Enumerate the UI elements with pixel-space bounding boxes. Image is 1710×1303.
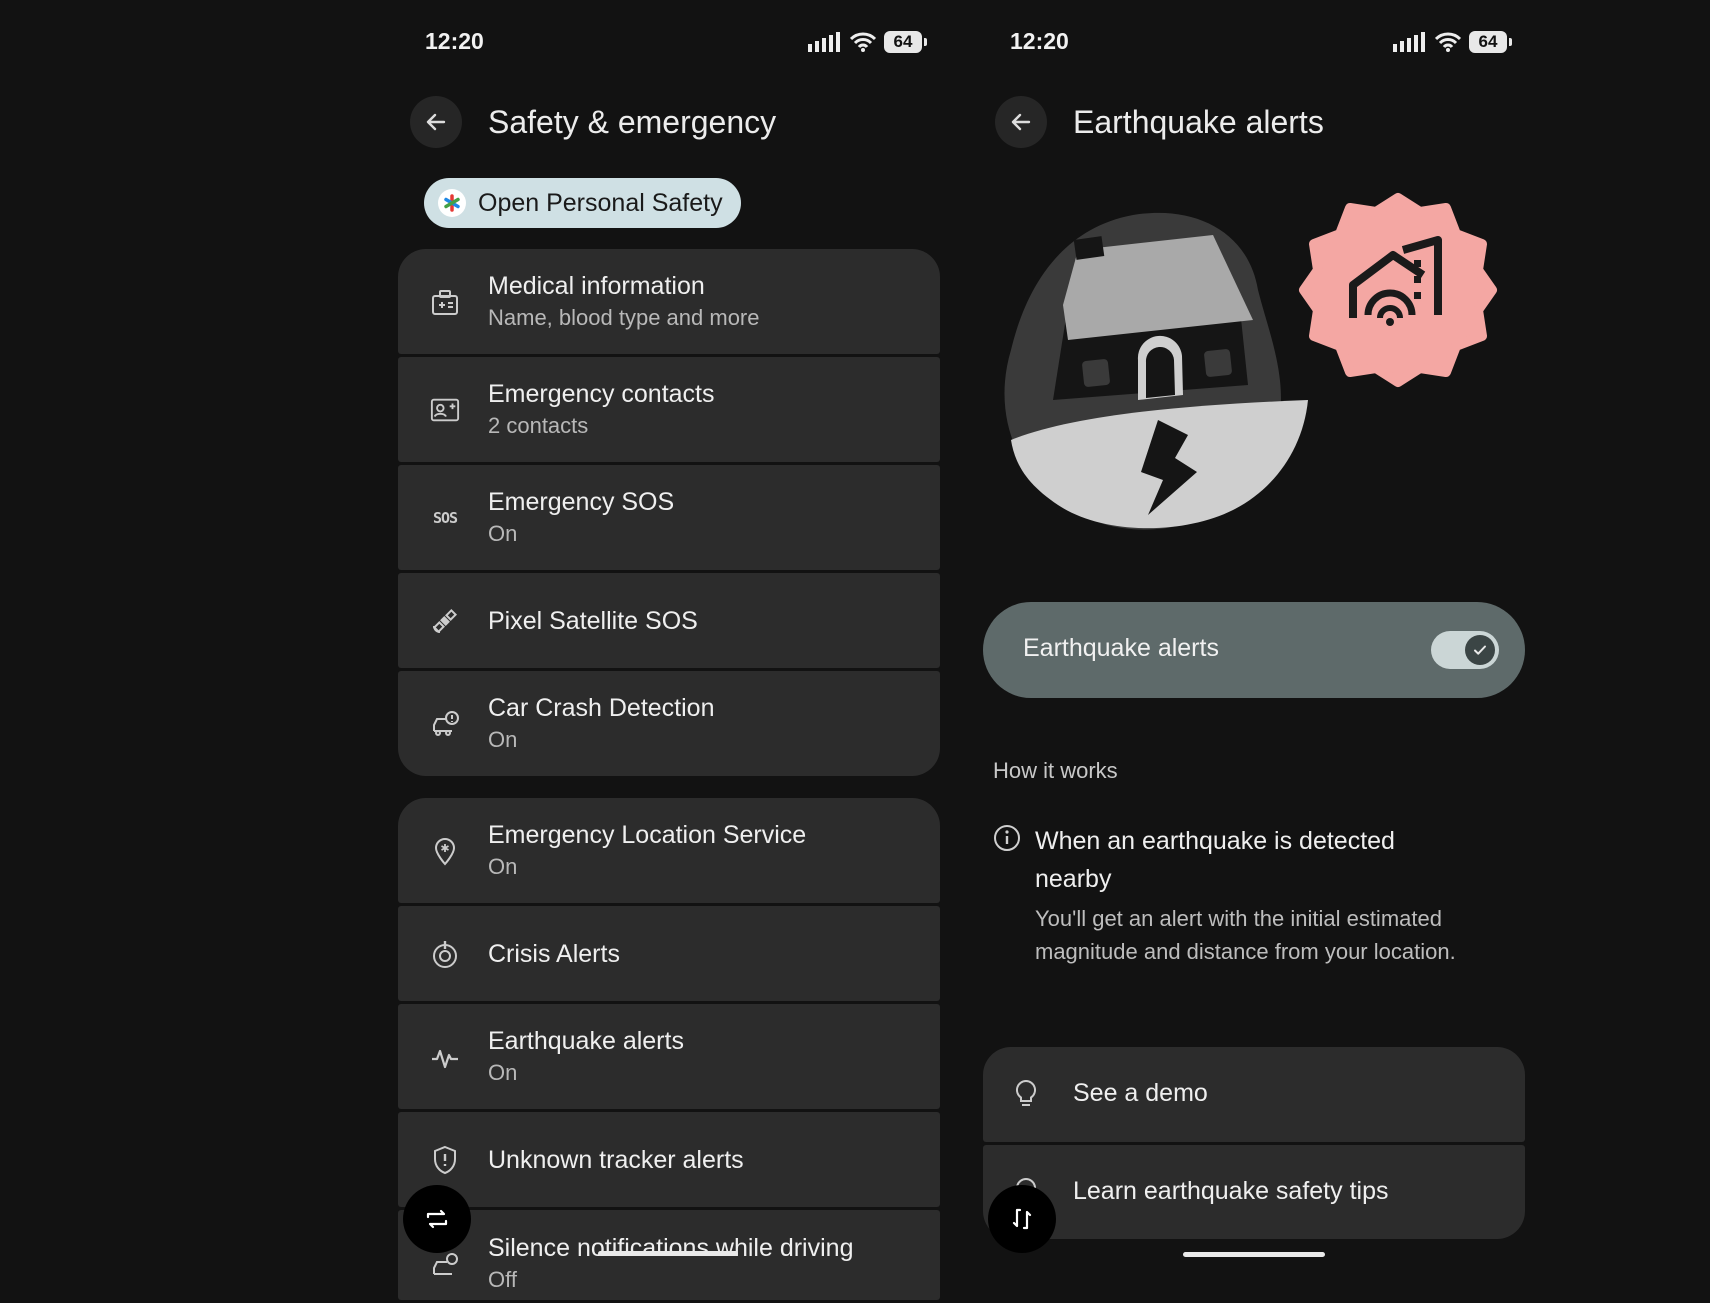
page-title: Safety & emergency <box>488 104 777 140</box>
list-item-unknown-tracker-alerts[interactable]: Unknown tracker alerts <box>398 1112 940 1207</box>
sos-icon: SOS <box>432 508 458 527</box>
earthquake-alerts-switch[interactable] <box>1431 631 1499 669</box>
earthquake-alerts-toggle-card[interactable]: Earthquake alerts <box>983 602 1525 698</box>
signal-icon <box>808 32 840 52</box>
item-subtitle: On <box>488 520 518 546</box>
location-pin-icon <box>430 836 460 866</box>
safety-emergency-screen: 12:20 64 Safety & emergency Open Persona… <box>398 0 944 1300</box>
item-title: Car Crash Detection <box>488 693 715 722</box>
chip-label: Open Personal Safety <box>478 188 723 217</box>
item-subtitle: Name, blood type and more <box>488 304 760 330</box>
list-item-medical-information[interactable]: Medical information Name, blood type and… <box>398 249 940 354</box>
item-subtitle: On <box>488 726 518 752</box>
earthquake-illustration <box>1004 193 1497 530</box>
info-title: When an earthquake is detected nearby <box>1035 827 1395 893</box>
learn-earthquake-safety-tips-button[interactable]: Learn earthquake safety tips <box>983 1145 1525 1239</box>
settings-group-1: Medical information Name, blood type and… <box>398 249 940 779</box>
battery-level: 64 <box>893 32 913 51</box>
back-button[interactable] <box>410 96 462 148</box>
toggle-label: Earthquake alerts <box>1023 634 1219 662</box>
home-indicator[interactable] <box>1183 1252 1325 1257</box>
contact-card-icon <box>430 395 460 425</box>
open-personal-safety-button[interactable]: Open Personal Safety <box>424 178 741 228</box>
section-header: How it works <box>993 758 1118 783</box>
crisis-alert-icon <box>430 939 460 969</box>
item-subtitle: On <box>488 1059 518 1085</box>
rotate-screen-button[interactable] <box>988 1185 1056 1253</box>
settings-group-2: Emergency Location Service On Crisis Ale… <box>398 798 940 1303</box>
battery-icon: 64 <box>884 31 927 53</box>
battery-icon: 64 <box>1469 31 1512 53</box>
shield-alert-icon <box>430 1145 460 1175</box>
wifi-icon <box>1435 32 1461 52</box>
status-bar: 12:20 64 <box>983 28 1529 58</box>
item-title: Emergency SOS <box>488 487 675 516</box>
check-icon <box>1474 645 1486 655</box>
item-title: Unknown tracker alerts <box>488 1146 744 1174</box>
home-indicator[interactable] <box>598 1251 738 1256</box>
arrow-back-icon <box>426 113 446 131</box>
see-a-demo-button[interactable]: See a demo <box>983 1047 1525 1142</box>
battery-level: 64 <box>1478 32 1498 51</box>
page-title: Earthquake alerts <box>1073 104 1324 140</box>
list-item-emergency-sos[interactable]: SOS Emergency SOS On <box>398 465 940 570</box>
car-crash-icon <box>430 709 460 739</box>
list-item-crisis-alerts[interactable]: Crisis Alerts <box>398 906 940 1001</box>
action-label: Learn earthquake safety tips <box>1073 1177 1389 1205</box>
item-title: Emergency Location Service <box>488 820 807 849</box>
rotate-icon <box>1012 1208 1032 1230</box>
item-title: Pixel Satellite SOS <box>488 607 698 635</box>
medical-id-icon <box>430 287 460 317</box>
wifi-icon <box>850 32 876 52</box>
item-subtitle: 2 contacts <box>488 412 589 438</box>
rotate-icon <box>426 1209 448 1229</box>
item-title: Earthquake alerts <box>488 1026 684 1055</box>
action-label: See a demo <box>1073 1079 1208 1107</box>
rotate-screen-button[interactable] <box>403 1185 471 1253</box>
status-time: 12:20 <box>1010 28 1069 54</box>
list-item-car-crash-detection[interactable]: Car Crash Detection On <box>398 671 940 776</box>
item-title: Emergency contacts <box>488 379 715 408</box>
item-title: Medical information <box>488 271 705 300</box>
status-bar: 12:20 64 <box>398 28 944 58</box>
list-item-pixel-satellite-sos[interactable]: Pixel Satellite SOS <box>398 573 940 668</box>
earthquake-alerts-screen: 12:20 64 Earthquake alerts Earthquake al… <box>983 0 1529 1280</box>
back-button[interactable] <box>995 96 1047 148</box>
info-body: You'll get an alert with the initial est… <box>1035 906 1456 964</box>
list-item-emergency-contacts[interactable]: Emergency contacts 2 contacts <box>398 357 940 462</box>
satellite-icon <box>430 606 460 636</box>
list-item-emergency-location-service[interactable]: Emergency Location Service On <box>398 798 940 903</box>
item-subtitle: Off <box>488 1267 517 1292</box>
item-title: Crisis Alerts <box>488 940 620 968</box>
signal-icon <box>1393 32 1425 52</box>
lightbulb-icon <box>1015 1079 1037 1106</box>
item-title: Silence notifications while driving <box>488 1234 854 1262</box>
personal-safety-logo-icon <box>438 189 466 217</box>
info-icon <box>994 825 1020 851</box>
car-bell-icon <box>430 1250 460 1280</box>
arrow-back-icon <box>1011 113 1031 131</box>
list-item-earthquake-alerts[interactable]: Earthquake alerts On <box>398 1004 940 1109</box>
status-time: 12:20 <box>425 28 484 54</box>
item-subtitle: On <box>488 853 518 879</box>
seismic-wave-icon <box>430 1042 460 1072</box>
switch-knob <box>1465 635 1495 665</box>
